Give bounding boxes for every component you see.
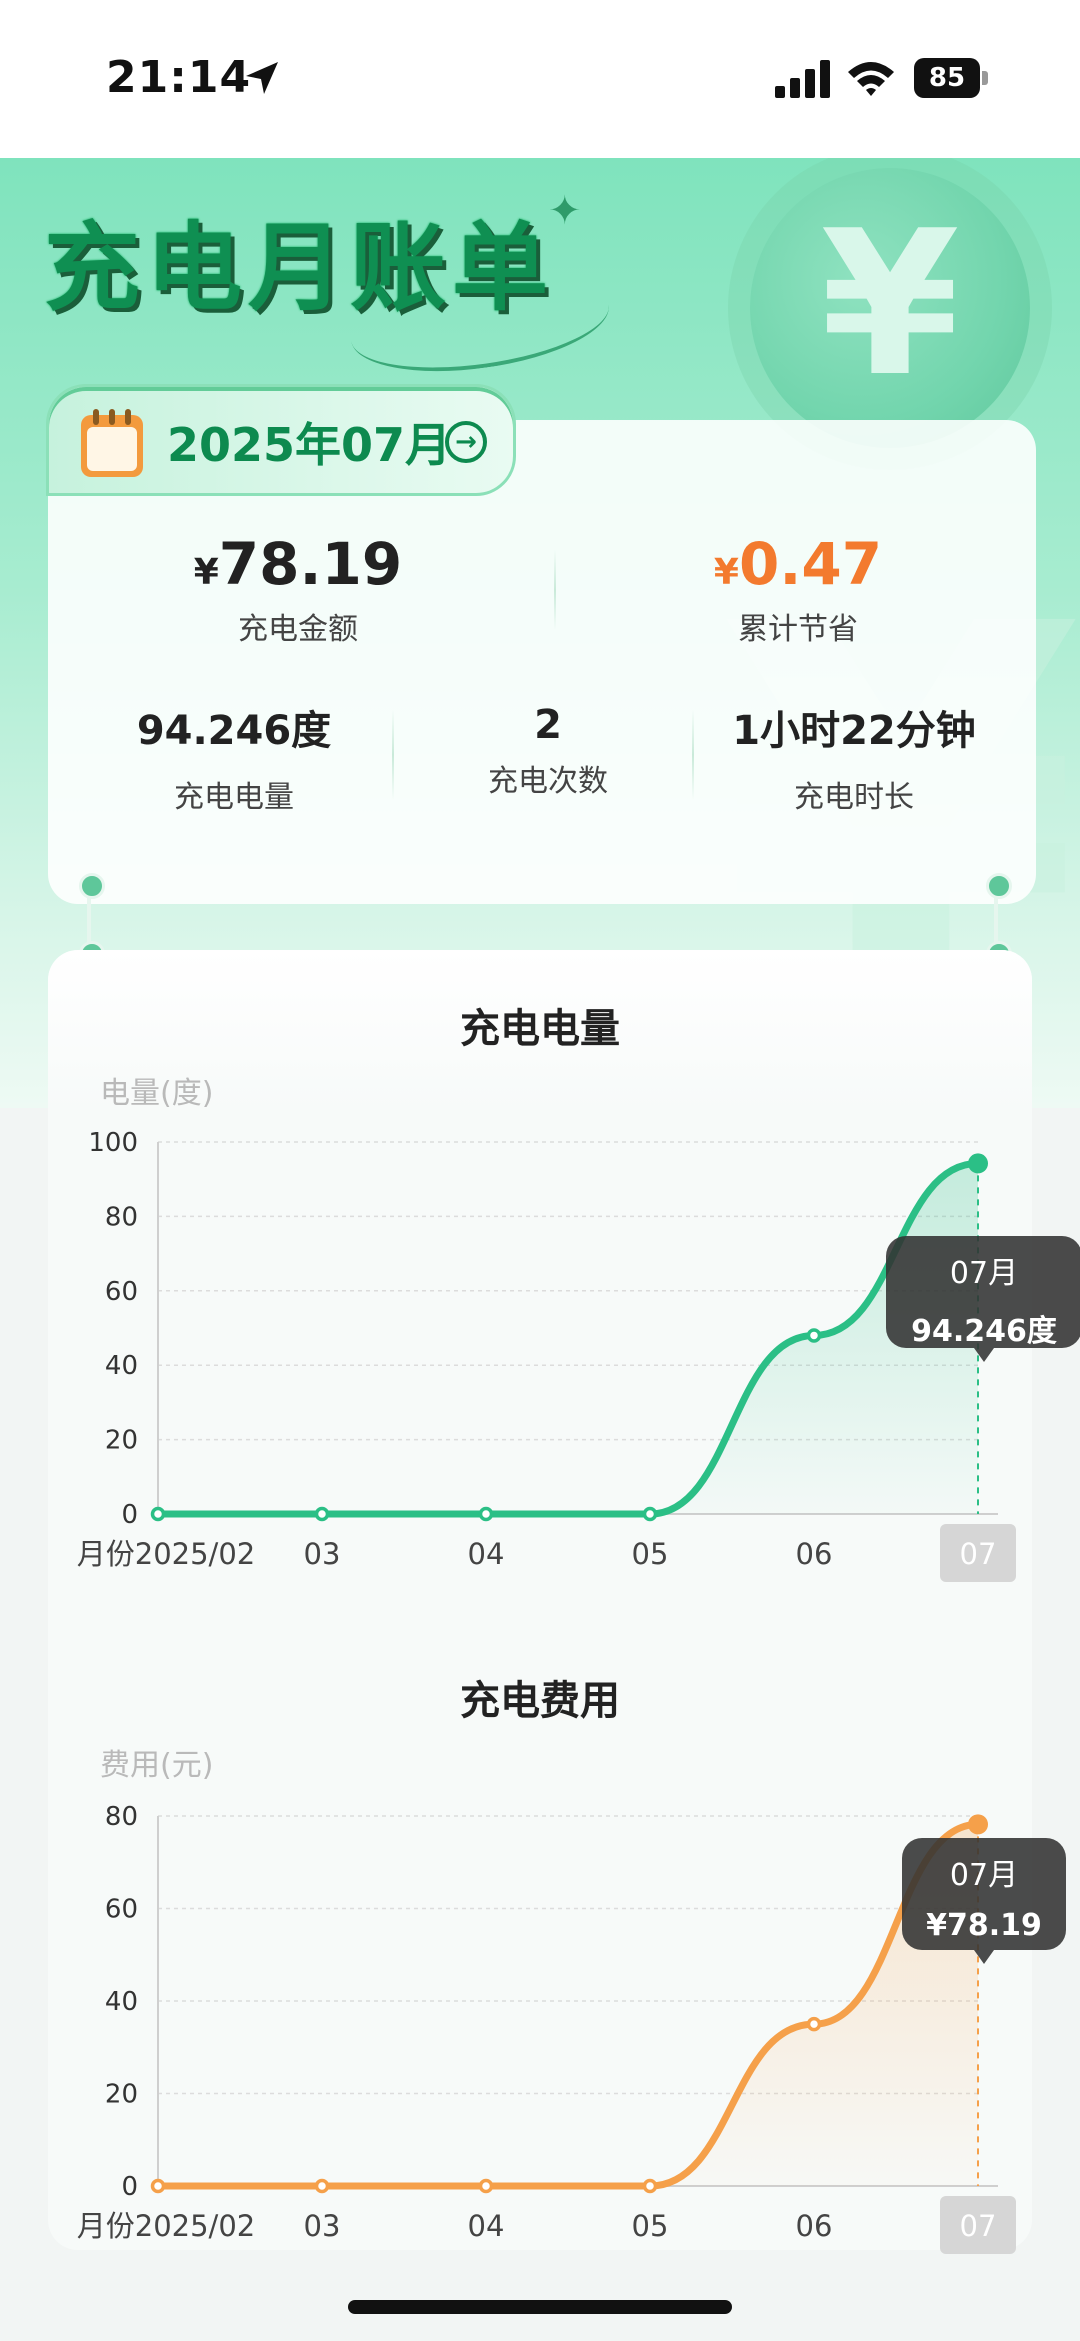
energy-tooltip-value: 94.246度 bbox=[911, 1314, 1057, 1349]
energy-tooltip: 07月 94.246度 bbox=[886, 1236, 1080, 1362]
stat-count: 2 充电次数 bbox=[398, 702, 698, 800]
status-bar: 21:14 85 bbox=[0, 0, 1080, 158]
coin-icon: ¥ bbox=[750, 168, 1030, 448]
x-tick-label: 04 bbox=[468, 2209, 505, 2243]
x-tick-label: 05 bbox=[632, 1537, 669, 1571]
cost-chart-unit: 费用(元) bbox=[100, 1748, 214, 1783]
divider bbox=[692, 710, 694, 800]
cellular-signal-icon bbox=[775, 60, 830, 98]
x-tick-label: 07 bbox=[960, 2209, 997, 2243]
y-tick-label: 80 bbox=[105, 1202, 138, 1232]
x-tick-label: 07 bbox=[960, 1537, 997, 1571]
energy-chart-title: 充电电量 bbox=[460, 1006, 620, 1052]
x-tick-label: 04 bbox=[468, 1537, 505, 1571]
y-tick-label: 40 bbox=[105, 1351, 138, 1381]
x-tick-label: 06 bbox=[796, 2209, 833, 2243]
data-point bbox=[150, 1506, 166, 1522]
stat-count-value: 2 bbox=[534, 702, 562, 748]
cost-chart-title: 充电费用 bbox=[460, 1678, 620, 1724]
stat-energy: 94.246度 充电电量 bbox=[84, 698, 384, 816]
cost-tooltip-value: ¥78.19 bbox=[926, 1908, 1042, 1943]
wifi-icon bbox=[848, 62, 894, 96]
saved-block: ¥0.47 累计节省 bbox=[588, 530, 1008, 648]
y-tick-label: 100 bbox=[88, 1128, 138, 1158]
sparkle-icon: ✦ bbox=[548, 188, 582, 234]
divider bbox=[392, 710, 394, 800]
month-label: 2025年07月 bbox=[167, 418, 452, 472]
y-tick-label: 20 bbox=[105, 2080, 138, 2110]
x-tick-label: 05 bbox=[632, 2209, 669, 2243]
battery-icon: 85 bbox=[914, 58, 990, 98]
x-tick-label: 月份2025/02 bbox=[77, 2209, 255, 2243]
cost-tooltip-month: 07月 bbox=[949, 1858, 1019, 1893]
energy-chart-unit: 电量(度) bbox=[100, 1076, 214, 1111]
data-point bbox=[806, 2016, 822, 2032]
data-point bbox=[806, 1328, 822, 1343]
battery-level: 85 bbox=[914, 58, 980, 98]
charge-amount: ¥78.19 bbox=[193, 530, 403, 598]
stat-duration: 1小时22分钟 充电时长 bbox=[704, 698, 1004, 816]
stat-count-label: 充电次数 bbox=[488, 764, 608, 799]
arrow-right-circle-icon[interactable]: → bbox=[445, 421, 487, 463]
saved-amount-label: 累计节省 bbox=[738, 612, 858, 647]
month-selector[interactable]: 2025年07月 → bbox=[46, 384, 516, 496]
energy-tooltip-month: 07月 bbox=[949, 1256, 1019, 1291]
energy-line-chart[interactable]: 0 20 40 60 80 100 月份2025/02 03 04 05 06 07 bbox=[0, 1110, 1080, 1590]
calendar-icon bbox=[81, 409, 143, 477]
y-tick-label: 60 bbox=[105, 1895, 138, 1925]
connector-pin-right bbox=[986, 873, 1012, 967]
y-tick-label: 0 bbox=[121, 1500, 138, 1530]
divider bbox=[554, 550, 556, 630]
data-point bbox=[478, 2178, 494, 2194]
y-tick-label: 60 bbox=[105, 1277, 138, 1307]
x-tick-label: 月份2025/02 bbox=[77, 1537, 255, 1571]
status-time: 21:14 bbox=[106, 52, 252, 103]
x-tick-label: 06 bbox=[796, 1537, 833, 1571]
data-point bbox=[642, 1506, 658, 1522]
stat-duration-label: 充电时长 bbox=[794, 780, 914, 815]
data-point bbox=[314, 2178, 330, 2194]
data-point bbox=[478, 1506, 494, 1522]
saved-amount: ¥0.47 bbox=[713, 530, 883, 598]
home-indicator bbox=[348, 2300, 732, 2314]
y-tick-label: 80 bbox=[105, 1802, 138, 1832]
data-point-selected bbox=[968, 1814, 988, 1835]
data-point bbox=[314, 1506, 330, 1522]
y-tick-label: 0 bbox=[121, 2172, 138, 2202]
y-tick-label: 40 bbox=[105, 1987, 138, 2017]
connector-pin-left bbox=[79, 873, 105, 967]
amount-block: ¥78.19 充电金额 bbox=[88, 530, 508, 648]
stat-energy-value: 94.246度 bbox=[136, 708, 332, 754]
x-tick-label: 03 bbox=[304, 1537, 341, 1571]
x-tick-label: 03 bbox=[304, 2209, 341, 2243]
data-point bbox=[642, 2178, 658, 2194]
charge-amount-label: 充电金额 bbox=[238, 612, 358, 647]
stat-energy-label: 充电电量 bbox=[174, 780, 294, 815]
data-point bbox=[150, 2178, 166, 2194]
y-tick-label: 20 bbox=[105, 1426, 138, 1456]
cost-tooltip: 07月 ¥78.19 bbox=[902, 1838, 1066, 1964]
stat-duration-value: 1小时22分钟 bbox=[732, 708, 976, 754]
location-arrow-icon bbox=[246, 62, 278, 94]
data-point-selected bbox=[968, 1153, 988, 1174]
